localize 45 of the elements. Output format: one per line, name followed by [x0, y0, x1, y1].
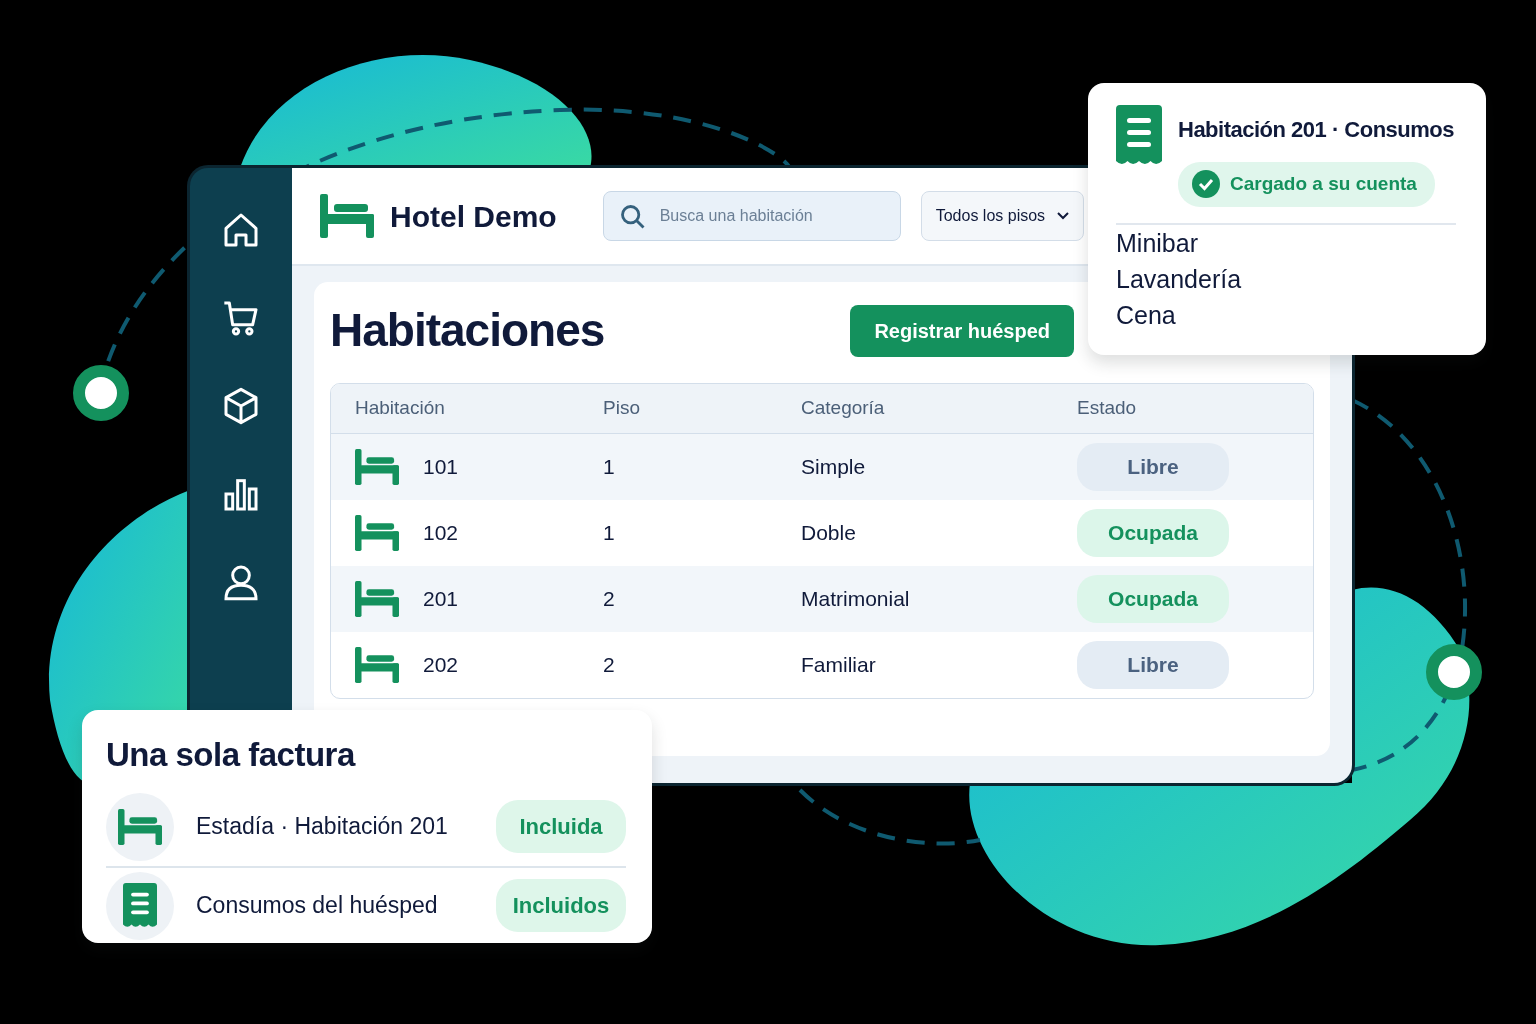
bed-icon	[355, 449, 399, 485]
status-chip: Libre	[1077, 443, 1229, 491]
charged-badge: Cargado a su cuenta	[1178, 162, 1435, 207]
list-item: Cena	[1116, 299, 1177, 331]
status-chip: Ocupada	[1077, 575, 1229, 623]
check-icon	[1192, 170, 1220, 199]
register-guest-button[interactable]: Registrar huésped	[850, 304, 1074, 357]
table-cell-text: 102	[423, 520, 459, 547]
status-chip: Ocupada	[1077, 509, 1229, 557]
bed-logo-icon	[320, 194, 374, 238]
list-item: Minibar	[1116, 227, 1199, 259]
table-cell: Familiar	[801, 653, 876, 677]
column-header: Habitación	[354, 396, 446, 421]
table-cell-text: 202	[423, 652, 459, 679]
search-field[interactable]: Busca una habitación	[602, 191, 901, 241]
receipt-icon	[1116, 105, 1162, 167]
page-title: Habitaciones	[330, 303, 605, 358]
table-cell: 2	[603, 653, 615, 677]
table-cell-text: 201	[423, 586, 459, 613]
column-header: Estado	[1077, 396, 1138, 421]
table-cell: 2	[603, 587, 615, 611]
card-title: Una sola factura	[106, 735, 357, 775]
list-item: Lavandería	[1116, 263, 1243, 295]
status-chip: Libre	[1077, 641, 1229, 689]
card-title: Habitación 201 · Consumos	[1178, 116, 1454, 144]
table-cell: Simple	[801, 455, 866, 479]
column-header: Categoría	[801, 396, 886, 421]
table-cell-text: 101	[423, 454, 459, 481]
floor-dropdown[interactable]: Todos los pisos	[920, 191, 1085, 241]
invoice-item-label: Consumos del huésped	[196, 891, 439, 921]
app-title: Hotel Demo	[390, 198, 557, 235]
column-header: Piso	[603, 396, 641, 421]
status-chip: Incluidos	[496, 879, 626, 932]
table-cell: 1	[603, 455, 615, 479]
receipt-icon	[123, 882, 157, 929]
table-cell: Matrimonial	[801, 587, 910, 611]
chevron-down-icon	[1057, 212, 1070, 220]
invoice-item-label: Estadía · Habitación 201	[196, 812, 449, 842]
table-cell: 1	[603, 521, 615, 545]
status-chip: Incluida	[496, 800, 626, 853]
bed-icon	[355, 581, 399, 617]
bed-icon	[355, 647, 399, 683]
bed-icon	[118, 808, 162, 845]
bed-icon	[355, 515, 399, 551]
table-cell: Doble	[801, 521, 856, 545]
